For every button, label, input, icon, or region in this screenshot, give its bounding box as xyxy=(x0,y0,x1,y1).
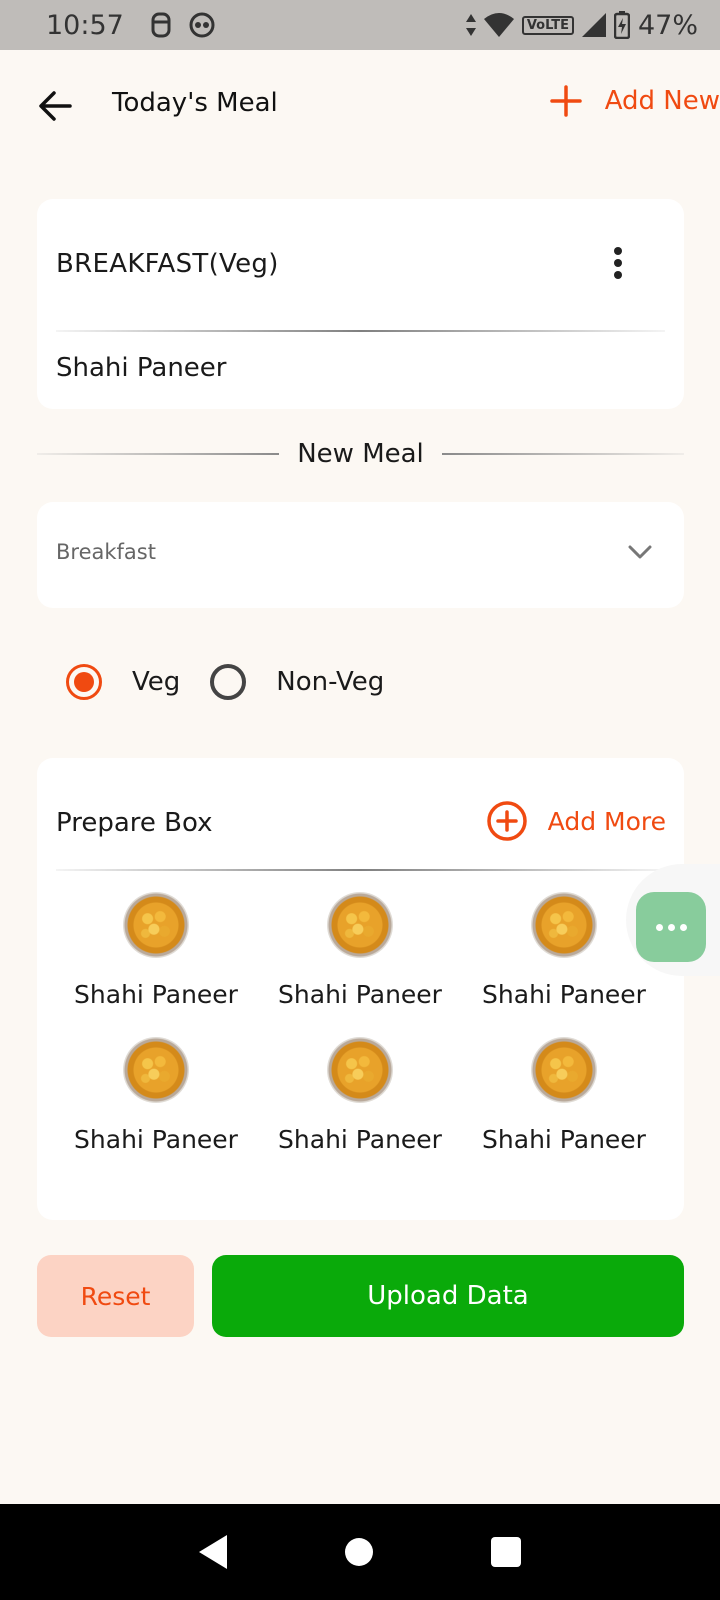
upload-data-button[interactable]: Upload Data xyxy=(212,1255,684,1337)
add-new-label: Add New xyxy=(604,86,720,116)
food-name: Shahi Paneer xyxy=(278,1125,442,1154)
volte-badge: VoLTE xyxy=(521,15,574,35)
food-name: Shahi Paneer xyxy=(278,980,442,1009)
prepare-box-card: Prepare Box Add More Shahi Paneer Shahi … xyxy=(37,758,684,1220)
nav-home-icon[interactable] xyxy=(345,1538,373,1566)
wifi-icon xyxy=(483,13,514,37)
food-image xyxy=(123,1037,189,1103)
food-name: Shahi Paneer xyxy=(482,980,646,1009)
food-item[interactable]: Shahi Paneer xyxy=(54,892,258,1009)
battery-icon xyxy=(613,11,630,39)
meal-type-value: Breakfast xyxy=(56,540,156,564)
chat-bubble-icon[interactable] xyxy=(636,892,706,962)
nav-recents-icon[interactable] xyxy=(491,1537,521,1567)
divider xyxy=(56,869,665,871)
veg-radio-label[interactable]: Veg xyxy=(132,667,180,697)
add-more-label: Add More xyxy=(547,806,666,836)
more-options-icon[interactable] xyxy=(610,247,626,283)
plus-icon xyxy=(549,85,582,117)
food-image xyxy=(123,892,189,958)
food-name: Shahi Paneer xyxy=(482,1125,646,1154)
back-button[interactable] xyxy=(36,86,76,126)
veg-radio[interactable] xyxy=(66,664,102,700)
non-veg-radio[interactable] xyxy=(210,664,247,700)
separator-label: New Meal xyxy=(297,439,424,469)
food-item[interactable]: Shahi Paneer xyxy=(54,1037,258,1154)
meal-card-item: Shahi Paneer xyxy=(56,353,227,383)
reset-button[interactable]: Reset xyxy=(37,1255,194,1337)
meal-card-title: BREAKFAST(Veg) xyxy=(56,249,279,279)
meal-type-dropdown[interactable]: Breakfast xyxy=(37,502,684,608)
add-circle-icon xyxy=(486,801,527,841)
signal-icon xyxy=(581,13,606,37)
food-item[interactable]: Shahi Paneer xyxy=(258,892,462,1009)
add-new-button[interactable]: Add New xyxy=(549,84,720,118)
meal-card: BREAKFAST(Veg) Shahi Paneer xyxy=(37,199,684,409)
food-name: Shahi Paneer xyxy=(74,980,238,1009)
nav-back-icon[interactable] xyxy=(199,1535,227,1569)
add-more-button[interactable]: Add More xyxy=(486,800,666,842)
system-nav-bar xyxy=(0,1504,720,1600)
food-image xyxy=(531,892,597,958)
status-time: 10:57 xyxy=(46,9,124,41)
arrow-left-icon xyxy=(39,91,72,121)
diet-radio-group: Veg Non-Veg xyxy=(66,664,414,700)
prepare-box-title: Prepare Box xyxy=(56,808,213,838)
food-name: Shahi Paneer xyxy=(74,1125,238,1154)
food-image xyxy=(327,892,393,958)
food-image xyxy=(327,1037,393,1103)
page-title: Today's Meal xyxy=(112,88,278,118)
chevron-down-icon xyxy=(628,545,652,559)
status-icons: VoLTE 47% xyxy=(465,9,698,41)
notification-icon xyxy=(150,12,172,38)
prepare-box-grid: Shahi Paneer Shahi Paneer Shahi Paneer S… xyxy=(37,892,684,1154)
new-meal-separator: New Meal xyxy=(37,432,684,476)
food-item[interactable]: Shahi Paneer xyxy=(258,1037,462,1154)
status-bar: 10:57 VoLTE 47% xyxy=(0,0,720,50)
app-header: Today's Meal Add New xyxy=(0,50,720,162)
battery-percent: 47% xyxy=(637,9,698,41)
non-veg-radio-label[interactable]: Non-Veg xyxy=(276,667,384,697)
food-item[interactable]: Shahi Paneer xyxy=(462,1037,666,1154)
app-notification-icon xyxy=(188,12,216,38)
food-image xyxy=(531,1037,597,1103)
divider xyxy=(56,330,665,332)
data-arrows-icon xyxy=(465,14,476,36)
